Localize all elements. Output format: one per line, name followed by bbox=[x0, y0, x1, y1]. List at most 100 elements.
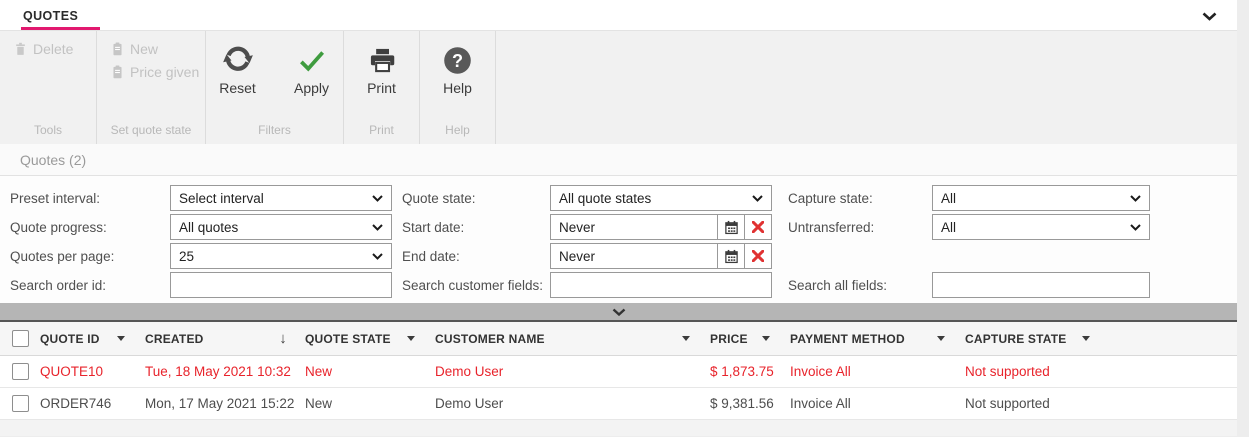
apply-filters-button[interactable]: Apply bbox=[282, 37, 342, 96]
column-filter-icon[interactable] bbox=[682, 336, 690, 341]
new-state-button[interactable]: New bbox=[111, 41, 205, 57]
search-customer-fields-label: Search customer fields: bbox=[392, 272, 550, 298]
quote-progress-select[interactable]: All quotes bbox=[170, 214, 392, 240]
quote-state-select[interactable]: All quote states bbox=[550, 185, 772, 211]
print-button-label: Print bbox=[367, 80, 396, 96]
cell-quote-id: ORDER746 bbox=[40, 396, 145, 411]
cell-payment-method: Invoice All bbox=[790, 396, 965, 411]
end-date-clear-button[interactable] bbox=[744, 243, 772, 269]
cell-created: Tue, 18 May 2021 10:32 bbox=[145, 364, 305, 379]
chevron-down-icon bbox=[1202, 12, 1217, 21]
select-all-checkbox[interactable] bbox=[12, 330, 29, 347]
reset-filters-button[interactable]: Reset bbox=[208, 37, 268, 96]
column-header-label: CUSTOMER NAME bbox=[435, 332, 545, 346]
start-date-input[interactable] bbox=[550, 214, 718, 240]
section-header: Quotes (2) bbox=[0, 144, 1237, 176]
quotes-per-page-label: Quotes per page: bbox=[10, 243, 170, 269]
cell-quote-state: New bbox=[305, 396, 435, 411]
chevron-down-icon bbox=[372, 253, 383, 260]
cell-capture-state: Not supported bbox=[965, 396, 1110, 411]
untransferred-select[interactable]: All bbox=[932, 214, 1150, 240]
row-checkbox[interactable] bbox=[12, 395, 29, 412]
column-header-payment-method[interactable]: PAYMENT METHOD bbox=[790, 322, 965, 355]
column-header-price[interactable]: PRICE bbox=[710, 322, 790, 355]
quotes-per-page-select[interactable]: 25 bbox=[170, 243, 392, 269]
column-header-capture-state[interactable]: CAPTURE STATE bbox=[965, 322, 1110, 355]
column-header-created[interactable]: CREATED ↓ bbox=[145, 322, 305, 355]
search-customer-fields-input[interactable] bbox=[550, 272, 772, 298]
chevron-down-icon bbox=[1130, 224, 1141, 231]
column-filter-icon[interactable] bbox=[762, 336, 770, 341]
ribbon: Delete Tools New bbox=[0, 31, 1237, 144]
clear-x-icon bbox=[752, 221, 764, 233]
row-checkbox[interactable] bbox=[12, 363, 29, 380]
delete-button[interactable]: Delete bbox=[14, 41, 96, 57]
ribbon-collapse-button[interactable] bbox=[1199, 7, 1219, 25]
cell-payment-method: Invoice All bbox=[790, 364, 965, 379]
trash-icon bbox=[14, 42, 27, 56]
chevron-down-icon bbox=[372, 195, 383, 202]
quote-state-label: Quote state: bbox=[392, 185, 550, 211]
ribbon-group-print: Print Print bbox=[344, 31, 420, 144]
help-button[interactable]: ? Help bbox=[428, 37, 488, 96]
table-footer-filler bbox=[0, 420, 1237, 436]
end-date-calendar-button[interactable] bbox=[717, 243, 745, 269]
cell-customer-name: Demo User bbox=[435, 396, 710, 411]
cell-created: Mon, 17 May 2021 15:22 bbox=[145, 396, 305, 411]
column-filter-icon[interactable] bbox=[407, 336, 415, 341]
filter-collapse-bar[interactable] bbox=[0, 303, 1237, 320]
table-row[interactable]: ORDER746 Mon, 17 May 2021 15:22 New Demo… bbox=[0, 388, 1237, 420]
column-filter-icon[interactable] bbox=[117, 336, 125, 341]
chevron-down-icon bbox=[372, 224, 383, 231]
ribbon-group-label: Print bbox=[344, 123, 419, 137]
quotes-per-page-value: 25 bbox=[179, 249, 194, 264]
preset-interval-label: Preset interval: bbox=[10, 185, 170, 211]
table-row[interactable]: QUOTE10 Tue, 18 May 2021 10:32 New Demo … bbox=[0, 356, 1237, 388]
help-button-label: Help bbox=[443, 80, 472, 96]
column-header-customer-name[interactable]: CUSTOMER NAME bbox=[435, 322, 710, 355]
column-header-label: QUOTE ID bbox=[40, 332, 100, 346]
column-header-label: QUOTE STATE bbox=[305, 332, 391, 346]
clear-x-icon bbox=[752, 250, 764, 262]
svg-text:?: ? bbox=[452, 50, 463, 70]
clipboard-icon bbox=[111, 42, 124, 56]
column-filter-icon[interactable] bbox=[1082, 336, 1090, 341]
refresh-icon bbox=[223, 45, 253, 75]
chevron-down-icon bbox=[612, 308, 626, 316]
printer-icon bbox=[368, 46, 396, 74]
preset-interval-value: Select interval bbox=[179, 191, 264, 206]
start-date-group bbox=[550, 214, 772, 240]
column-header-quote-id[interactable]: QUOTE ID bbox=[40, 322, 145, 355]
chevron-down-icon bbox=[752, 195, 763, 202]
ribbon-group-label: Set quote state bbox=[97, 123, 205, 137]
capture-state-select[interactable]: All bbox=[932, 185, 1150, 211]
end-date-input[interactable] bbox=[550, 243, 718, 269]
table-header-row: QUOTE ID CREATED ↓ QUOTE STATE CUSTOMER … bbox=[0, 322, 1237, 356]
ribbon-group-label: Filters bbox=[206, 123, 343, 137]
clipboard-icon bbox=[111, 65, 124, 79]
quote-progress-label: Quote progress: bbox=[10, 214, 170, 240]
end-date-label: End date: bbox=[392, 243, 550, 269]
search-order-id-input[interactable] bbox=[170, 272, 392, 298]
untransferred-label: Untransferred: bbox=[772, 214, 932, 240]
price-given-button[interactable]: Price given bbox=[111, 64, 205, 80]
column-header-label: CAPTURE STATE bbox=[965, 332, 1067, 346]
end-date-group bbox=[550, 243, 772, 269]
start-date-clear-button[interactable] bbox=[744, 214, 772, 240]
calendar-icon bbox=[724, 220, 739, 235]
help-circle-icon: ? bbox=[443, 46, 472, 75]
column-header-quote-state[interactable]: QUOTE STATE bbox=[305, 322, 435, 355]
preset-interval-select[interactable]: Select interval bbox=[170, 185, 392, 211]
quotes-table: QUOTE ID CREATED ↓ QUOTE STATE CUSTOMER … bbox=[0, 320, 1237, 436]
price-given-button-label: Price given bbox=[130, 64, 199, 80]
apply-button-label: Apply bbox=[294, 80, 329, 96]
column-filter-icon[interactable] bbox=[937, 336, 945, 341]
cell-quote-id: QUOTE10 bbox=[40, 364, 145, 379]
quote-progress-value: All quotes bbox=[179, 220, 238, 235]
start-date-calendar-button[interactable] bbox=[717, 214, 745, 240]
filter-panel: Preset interval: Select interval Quote s… bbox=[0, 176, 1237, 303]
print-button[interactable]: Print bbox=[352, 37, 412, 96]
search-all-fields-input[interactable] bbox=[932, 272, 1150, 298]
search-all-fields-label: Search all fields: bbox=[772, 272, 932, 298]
tab-quotes-label: QUOTES bbox=[23, 9, 78, 23]
